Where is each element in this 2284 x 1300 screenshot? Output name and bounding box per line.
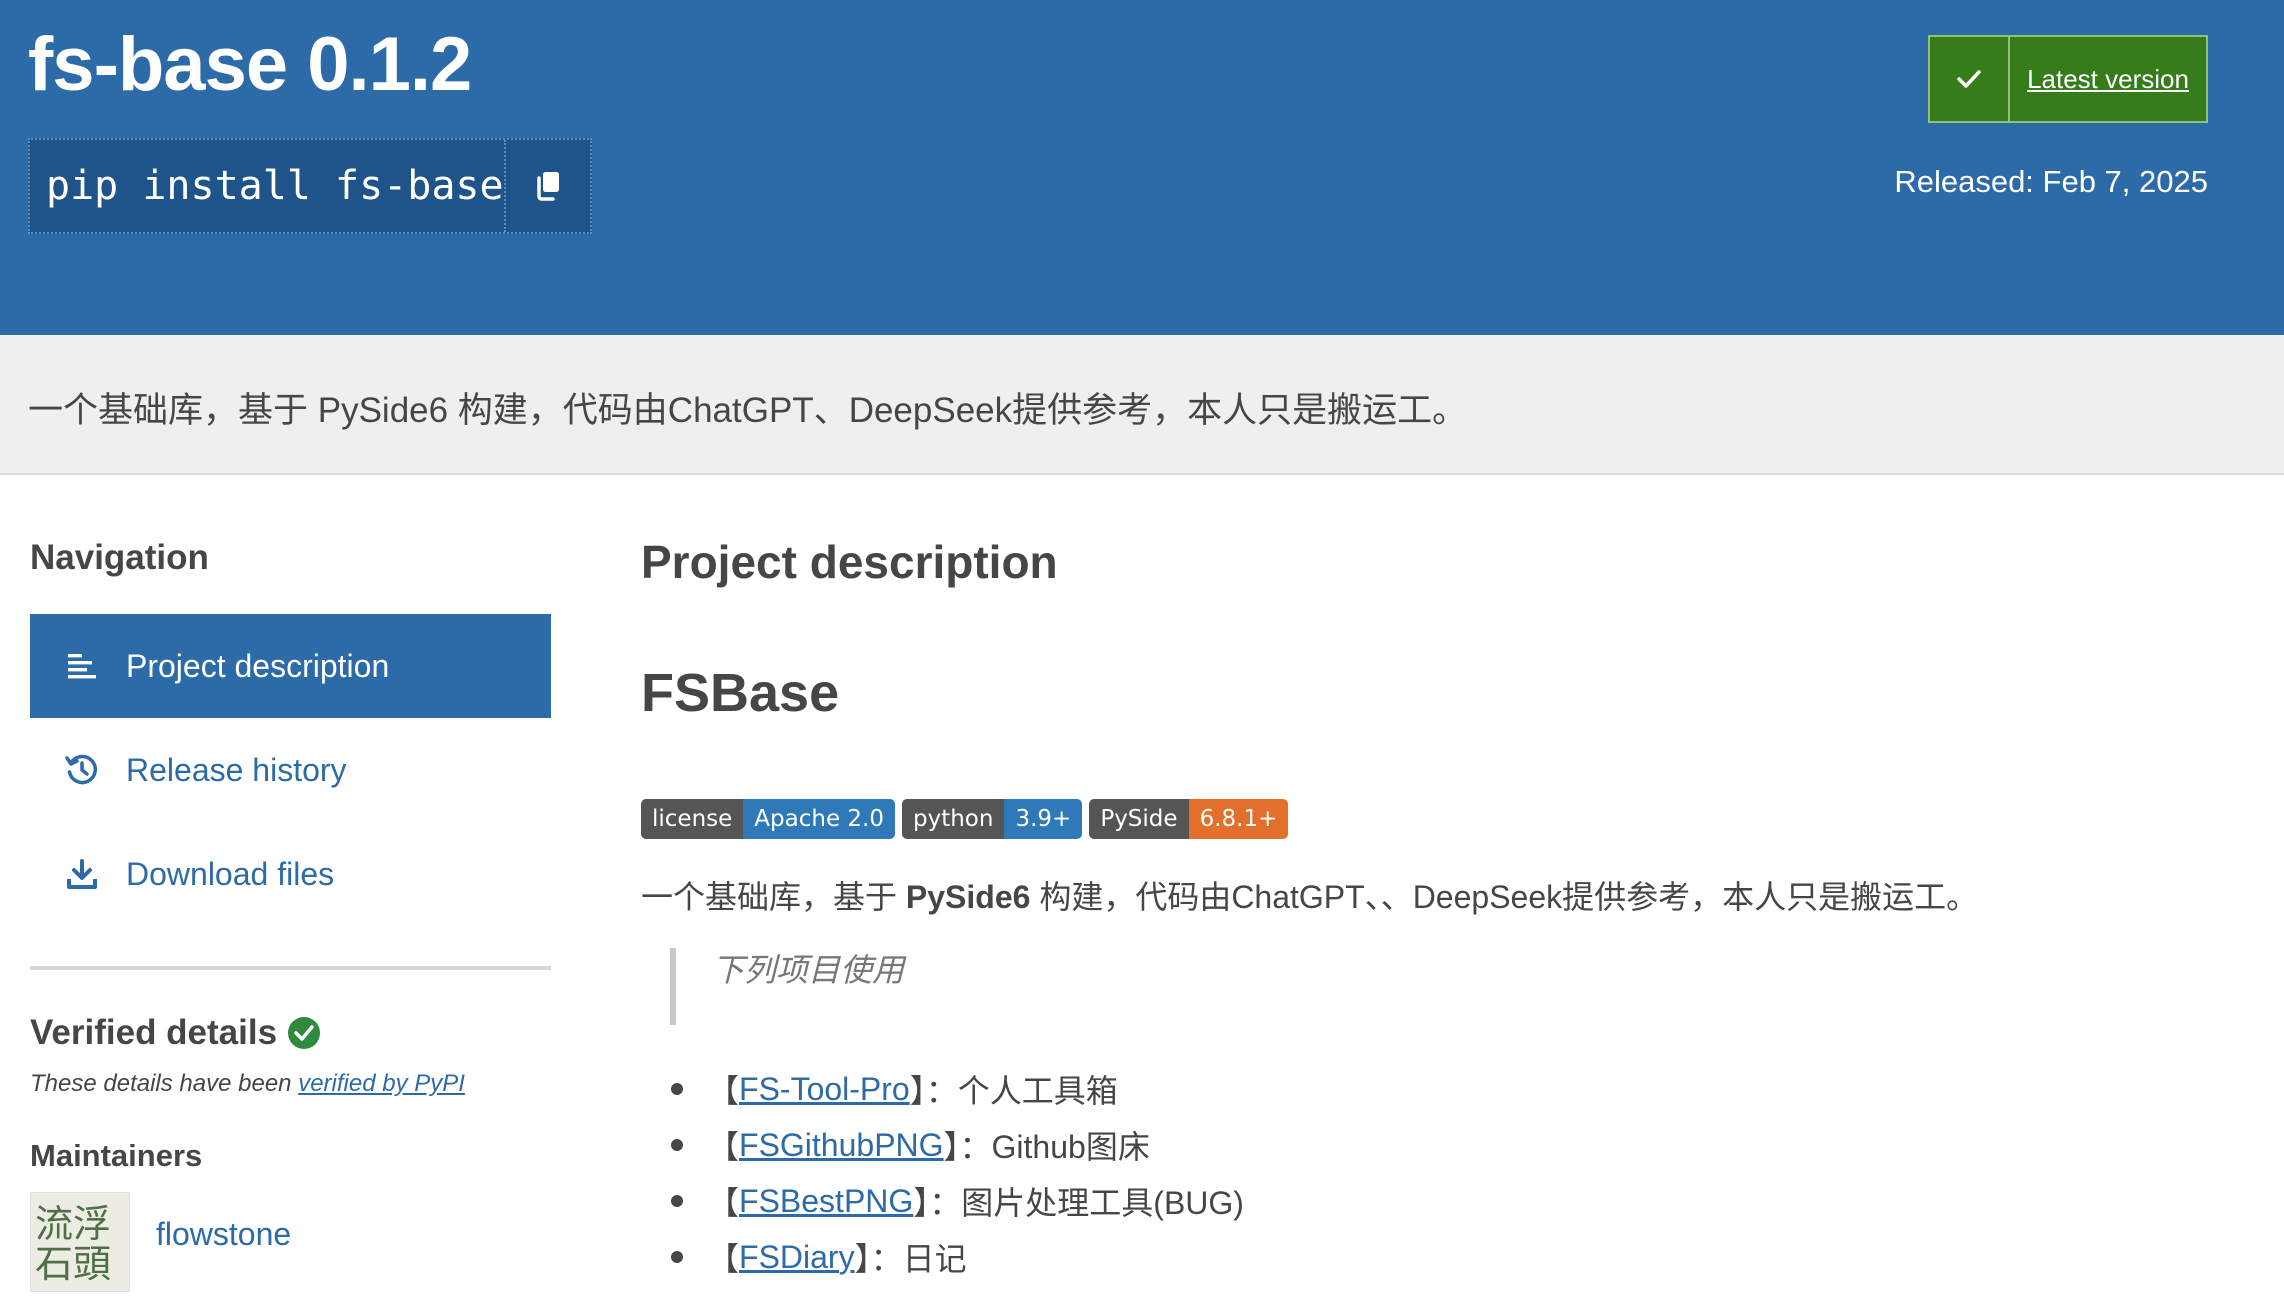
sidebar-item-project-description[interactable]: Project description [30,614,551,718]
desc-prefix: 一个基础库，基于 [641,879,906,915]
bullet [671,1195,683,1207]
bullet [671,1083,683,1095]
link-fsdiary[interactable]: FSDiary [739,1239,855,1276]
link-fsgithubpng[interactable]: FSGithubPNG [739,1127,944,1164]
bracket-open: 【 [707,1241,740,1277]
maintainer-link[interactable]: flowstone [156,1216,291,1253]
package-summary-strip: 一个基础库，基于 PySide6 构建，代码由ChatGPT、DeepSeek提… [0,335,2284,475]
list-item: 【FSBestPNG 】：图片处理工具(BUG) [641,1173,1244,1229]
copy-button[interactable] [503,140,590,232]
sidebar-item-label: Project description [126,647,390,684]
package-title: fs-base 0.1.2 [28,22,472,107]
link-fsbestpng[interactable]: FSBestPNG [739,1183,913,1220]
align-left-icon [62,646,102,686]
badge-key: python [902,799,1005,839]
copy-icon [537,172,559,201]
badge-value: Apache 2.0 [743,799,895,839]
section-heading: Project description [641,536,1058,588]
latest-version-button[interactable]: Latest version [1928,35,2208,123]
package-summary: 一个基础库，基于 PySide6 构建，代码由ChatGPT、DeepSeek提… [28,391,1468,430]
download-icon [62,854,102,894]
list-item: 【FS-Tool-Pro 】：个人工具箱 [641,1061,1244,1117]
link-description: 】：图片处理工具(BUG) [913,1185,1244,1221]
bullet [671,1139,683,1151]
maintainer-avatar[interactable]: 流浮 石頭 [30,1192,130,1292]
badge-key: PySide [1089,799,1189,839]
badge-value: 3.9+ [1004,799,1083,839]
latest-version-label: Latest version [2027,63,2189,94]
pip-command[interactable]: pip install fs-base [30,140,504,232]
desc-suffix: 构建，代码由ChatGPT、、DeepSeek提供参考，本人只是搬运工。 [1030,879,1979,915]
readme-blockquote: 下列项目使用 [670,948,904,1025]
verified-note-text: These details have been [30,1070,299,1097]
maintainer-avatar-image: 流浮 石頭 [31,1193,129,1291]
badge-row: license Apache 2.0 python 3.9+ PySide 6.… [641,799,1289,839]
list-item: 【FSDiary 】：日记 [641,1229,1244,1285]
readme-description: 一个基础库，基于 PySide6 构建，代码由ChatGPT、、DeepSeek… [641,872,1978,918]
pip-install-box: pip install fs-base [28,138,592,234]
verified-note: These details have been verified by PyPI [30,1070,465,1098]
history-icon [62,750,102,790]
python-badge: python 3.9+ [902,799,1083,839]
maintainers-heading: Maintainers [30,1138,203,1173]
verified-check-icon [288,1017,321,1049]
bracket-open: 【 [707,1073,740,1109]
license-badge: license Apache 2.0 [641,799,895,839]
link-fs-tool-pro[interactable]: FS-Tool-Pro [739,1071,910,1108]
bracket-open: 【 [707,1185,740,1221]
sidebar-item-release-history[interactable]: Release history [30,718,551,822]
sidebar-item-label: Release history [126,751,347,788]
sidebar-divider [30,966,551,970]
desc-bold: PySide6 [905,879,1031,915]
link-description: 】：Github图床 [943,1129,1150,1165]
pyside-badge: PySide 6.8.1+ [1089,799,1289,839]
bullet [671,1251,683,1263]
readme-title: FSBase [641,663,840,723]
navigation-heading: Navigation [30,538,209,577]
list-item: 【FSGithubPNG 】：Github图床 [641,1117,1244,1173]
verified-by-pypi-link[interactable]: verified by PyPI [298,1070,465,1097]
avatar-calligraphy-2: 石頭 [35,1242,111,1286]
package-header: fs-base 0.1.2 pip install fs-base Latest… [0,0,2284,335]
verified-details-heading: Verified details [30,1013,321,1053]
avatar-calligraphy-1: 流浮 [35,1202,111,1246]
link-description: 】：个人工具箱 [909,1073,1118,1109]
release-date: Released: Feb 7, 2025 [1894,164,2208,199]
badge-value: 6.8.1+ [1188,799,1289,839]
check-icon [1930,37,2010,121]
verified-details-label: Verified details [30,1013,278,1052]
sidebar-item-download-files[interactable]: Download files [30,822,551,926]
bracket-open: 【 [707,1129,740,1165]
sidebar-item-label: Download files [126,855,335,892]
project-links-list: 【FS-Tool-Pro 】：个人工具箱 【FSGithubPNG 】：Github… [641,1061,1244,1285]
link-description: 】：日记 [854,1241,967,1277]
badge-key: license [641,799,744,839]
